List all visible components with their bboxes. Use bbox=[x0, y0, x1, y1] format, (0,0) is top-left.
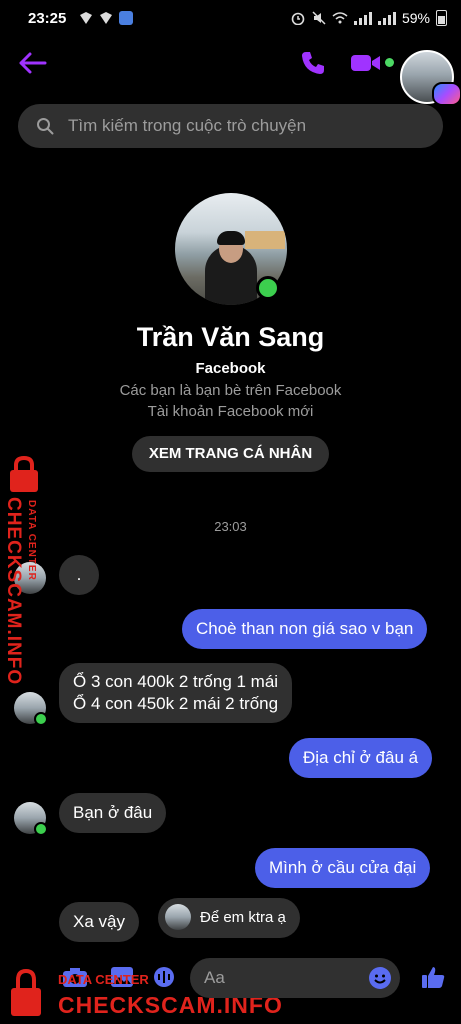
watermark-tag: DATA CENTER bbox=[58, 972, 149, 987]
thumbs-up-icon[interactable] bbox=[420, 964, 446, 990]
message-bubble-incoming[interactable]: Bạn ở đâu bbox=[59, 793, 167, 833]
friend-status: Các bạn là bạn bè trên Facebook bbox=[119, 382, 342, 399]
message-line: Ổ 4 con 450k 2 mái 2 trống bbox=[73, 694, 279, 713]
contact-name: Trần Văn Sang bbox=[136, 322, 325, 352]
timestamp-separator: 23:03 bbox=[214, 519, 247, 534]
online-indicator bbox=[385, 58, 394, 67]
message-bubble-incoming[interactable]: Xa vậy bbox=[59, 902, 139, 942]
message-bubble-outgoing[interactable]: Địa chỉ ở đâu á bbox=[289, 738, 433, 778]
battery-percent: 59% bbox=[401, 10, 430, 26]
message-bubble-incoming[interactable]: Ổ 3 con 400k 2 trống 1 mái Ổ 4 con 450k … bbox=[59, 663, 293, 723]
reply-avatar bbox=[165, 904, 191, 930]
lock-watermark-icon bbox=[10, 455, 38, 492]
search-input[interactable]: Tìm kiếm trong cuộc trò chuyện bbox=[68, 116, 306, 136]
status-time: 23:25 bbox=[28, 10, 67, 27]
alarm-icon bbox=[291, 12, 305, 25]
message-bubble-outgoing[interactable]: Mình ở cầu cửa đại bbox=[255, 848, 431, 888]
reply-text: Để em ktra ạ bbox=[200, 909, 286, 926]
system-status-icons: 59% bbox=[290, 10, 447, 26]
shield-icon bbox=[100, 12, 112, 24]
battery-icon bbox=[436, 10, 447, 26]
platform-label: Facebook bbox=[195, 360, 266, 377]
watermark-tag: DATA CENTER bbox=[26, 500, 37, 581]
message-line: Ổ 3 con 400k 2 trống 1 mái bbox=[73, 672, 279, 691]
search-icon bbox=[37, 118, 54, 135]
watermark-brand: CHECKSCAM.INFO bbox=[3, 497, 24, 686]
message-placeholder: Aa bbox=[204, 968, 225, 987]
signal-icon bbox=[353, 11, 372, 25]
notification-icons bbox=[79, 11, 133, 25]
app-notification-icon bbox=[119, 11, 133, 25]
lock-watermark-icon bbox=[11, 968, 41, 1016]
view-profile-button[interactable]: XEM TRANG CÁ NHÂN bbox=[132, 436, 329, 472]
signal-icon-2 bbox=[377, 11, 396, 25]
shield-icon bbox=[80, 12, 92, 24]
emoji-icon[interactable] bbox=[368, 966, 392, 990]
message-bubble-outgoing[interactable]: Choè than non giá sao v bạn bbox=[182, 609, 428, 649]
online-indicator bbox=[256, 276, 280, 300]
online-indicator bbox=[34, 712, 48, 726]
online-indicator bbox=[34, 822, 48, 836]
back-arrow-icon[interactable] bbox=[18, 50, 48, 76]
messenger-badge-icon bbox=[432, 82, 461, 106]
account-note: Tài khoản Facebook mới bbox=[147, 403, 314, 420]
video-call-icon[interactable] bbox=[350, 52, 382, 74]
message-bubble-incoming[interactable]: . bbox=[59, 555, 99, 595]
wifi-icon bbox=[332, 12, 348, 24]
mute-icon bbox=[312, 11, 326, 25]
search-bar[interactable]: Tìm kiếm trong cuộc trò chuyện bbox=[18, 104, 443, 148]
microphone-icon[interactable] bbox=[152, 966, 176, 988]
phone-call-icon[interactable] bbox=[300, 50, 326, 76]
status-bar: 23:25 59% bbox=[0, 0, 461, 38]
